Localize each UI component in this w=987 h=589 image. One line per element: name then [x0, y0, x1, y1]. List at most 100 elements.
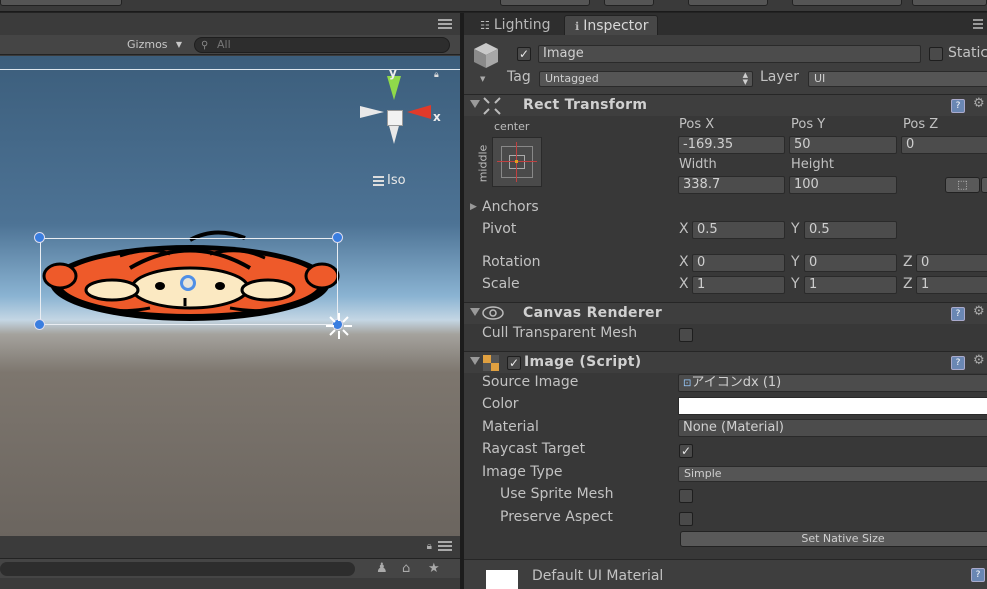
- image-script-title: Image (Script): [524, 354, 642, 370]
- width-label: Width: [679, 157, 717, 172]
- fold-arrow-icon[interactable]: [470, 308, 480, 316]
- pos-y-field[interactable]: 50: [789, 136, 897, 154]
- pivot-handle[interactable]: [180, 275, 196, 291]
- material-preview-header[interactable]: Default UI Material ?: [464, 559, 987, 589]
- rect-transform-header[interactable]: Rect Transform ? ⚙: [464, 94, 987, 116]
- gizmo-x-axis-cone[interactable]: [407, 105, 431, 119]
- tab-lighting[interactable]: ☷ Lighting: [472, 15, 558, 35]
- tag-dropdown[interactable]: Untagged ▲ ▼: [539, 71, 753, 87]
- material-preview-name: Default UI Material: [532, 568, 664, 584]
- scale-z-label: Z: [903, 276, 913, 292]
- scale-x-field[interactable]: 1: [692, 276, 785, 294]
- scene-viewport[interactable]: 🔒︎ y x Iso: [0, 56, 460, 536]
- toolbar-button[interactable]: [792, 0, 902, 6]
- anchors-label[interactable]: Anchors: [482, 199, 539, 215]
- info-icon: ℹ: [575, 20, 580, 33]
- fold-arrow-icon[interactable]: [470, 357, 480, 365]
- material-label: Material: [482, 419, 539, 435]
- gear-icon[interactable]: ⚙: [973, 96, 985, 111]
- tag-icon[interactable]: ⌂: [402, 561, 410, 576]
- gizmos-dropdown[interactable]: Gizmos ▼: [120, 37, 186, 53]
- rotation-x-field[interactable]: 0: [692, 254, 785, 272]
- raw-edit-button[interactable]: [981, 177, 987, 193]
- people-icon[interactable]: ♟: [376, 561, 388, 576]
- layer-value: UI: [814, 72, 826, 85]
- toolbar-button[interactable]: [912, 0, 987, 6]
- pivot-x-field[interactable]: 0.5: [692, 221, 785, 239]
- name-field[interactable]: Image: [538, 45, 921, 63]
- pivot-label: Pivot: [482, 221, 517, 237]
- anchor-presets-button[interactable]: [492, 137, 542, 187]
- pos-y-label: Pos Y: [791, 117, 826, 132]
- pivot-y-label: Y: [791, 221, 800, 237]
- cull-transparent-mesh-checkbox[interactable]: [679, 328, 693, 342]
- material-preview-swatch: [486, 570, 518, 589]
- use-sprite-mesh-checkbox[interactable]: [679, 489, 693, 503]
- canvas-renderer-header[interactable]: Canvas Renderer ? ⚙: [464, 302, 987, 324]
- rotation-y-field[interactable]: 0: [804, 254, 897, 272]
- gameobject-cube-icon: [474, 43, 498, 68]
- fold-arrow-icon[interactable]: [470, 100, 480, 108]
- pivot-y-field[interactable]: 0.5: [804, 221, 897, 239]
- cull-transparent-mesh-label: Cull Transparent Mesh: [482, 325, 638, 341]
- zoom-slider[interactable]: [0, 562, 355, 576]
- anchor-v-label: middle: [476, 144, 490, 183]
- image-script-header[interactable]: ✓ Image (Script) ? ⚙: [464, 351, 987, 373]
- panel-menu-icon[interactable]: [973, 19, 983, 31]
- toolbar-button[interactable]: [604, 0, 654, 6]
- help-book-icon[interactable]: ?: [951, 307, 965, 321]
- image-type-dropdown[interactable]: Simple: [678, 466, 987, 482]
- source-image-field[interactable]: ⊡アイコンdx (1): [678, 374, 987, 392]
- color-swatch[interactable]: [678, 397, 987, 415]
- tab-inspector[interactable]: ℹ Inspector: [564, 15, 658, 35]
- help-book-icon[interactable]: ?: [951, 99, 965, 113]
- projection-toggle[interactable]: Iso: [373, 173, 406, 188]
- toolbar-button[interactable]: [500, 0, 590, 6]
- rect-handle-bottom-left[interactable]: [34, 319, 45, 330]
- help-book-icon[interactable]: ?: [971, 568, 985, 582]
- preserve-aspect-checkbox[interactable]: [679, 512, 693, 526]
- height-field[interactable]: 100: [789, 176, 897, 194]
- rotation-z-field[interactable]: 0: [916, 254, 987, 272]
- inspector-tabbar: ☷ Lighting ℹ Inspector: [464, 13, 987, 35]
- image-enabled-checkbox[interactable]: ✓: [507, 356, 521, 370]
- panel-menu-icon[interactable]: [438, 541, 452, 551]
- fold-right-icon[interactable]: ▶: [470, 202, 477, 212]
- panel-menu-icon[interactable]: [438, 19, 452, 29]
- play-controls[interactable]: [0, 0, 122, 6]
- layer-dropdown[interactable]: UI: [808, 71, 987, 87]
- scene-tabbar: [0, 13, 460, 35]
- gameobject-header: ▼ ✓ Image Static Tag Untagged ▲ ▼ Layer U…: [464, 35, 987, 97]
- rect-handle-top-right[interactable]: [332, 232, 343, 243]
- gizmo-y-label: y: [389, 66, 397, 80]
- scene-search-input[interactable]: ⚲ All: [194, 37, 450, 53]
- lock-icon[interactable]: 🔒︎: [434, 70, 444, 80]
- static-checkbox[interactable]: [929, 47, 943, 61]
- star-icon[interactable]: ★: [428, 561, 440, 576]
- gizmos-label: Gizmos: [127, 38, 168, 51]
- projection-label: Iso: [387, 173, 406, 188]
- material-field[interactable]: None (Material): [678, 419, 987, 437]
- help-book-icon[interactable]: ?: [951, 356, 965, 370]
- gear-icon[interactable]: ⚙: [973, 353, 985, 368]
- lock-icon[interactable]: 🔒︎: [427, 541, 432, 552]
- gear-icon[interactable]: ⚙: [973, 304, 985, 319]
- gizmo-neg-x-axis-cone[interactable]: [360, 106, 384, 118]
- rect-handle-top-left[interactable]: [34, 232, 45, 243]
- scale-y-field[interactable]: 1: [804, 276, 897, 294]
- set-native-size-button[interactable]: Set Native Size: [680, 531, 987, 547]
- scale-z-field[interactable]: 1: [916, 276, 987, 294]
- scene-toolbar: Gizmos ▼ ⚲ All: [0, 35, 460, 55]
- chevron-down-icon[interactable]: ▼: [480, 75, 485, 83]
- width-field[interactable]: 338.7: [678, 176, 785, 194]
- gizmo-center-cube[interactable]: [387, 110, 403, 126]
- active-checkbox[interactable]: ✓: [517, 47, 531, 61]
- pos-z-field[interactable]: 0: [901, 136, 987, 154]
- blueprint-mode-button[interactable]: ⬚: [945, 177, 980, 193]
- raycast-target-checkbox[interactable]: ✓: [679, 444, 693, 458]
- search-icon: ⚲: [201, 40, 209, 51]
- pos-z-label: Pos Z: [903, 117, 939, 132]
- pos-x-field[interactable]: -169.35: [678, 136, 785, 154]
- tab-inspector-label: Inspector: [583, 18, 649, 34]
- toolbar-button[interactable]: [688, 0, 768, 6]
